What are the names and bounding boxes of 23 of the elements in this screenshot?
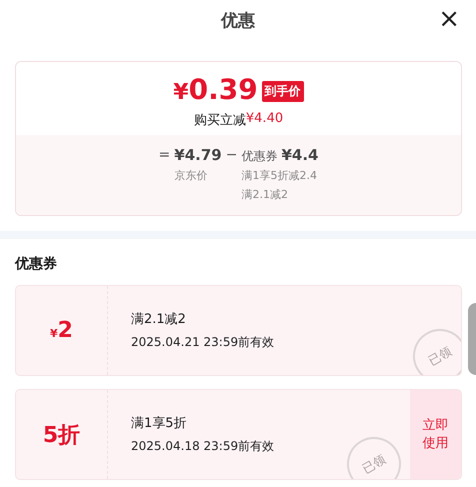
minus-sign: − [226,146,238,165]
coupon-value: 5折 [42,422,80,450]
equals-sign: = [158,146,170,165]
coupon-condition: 满1享5折 [131,415,188,432]
window-title: 优惠 [221,10,255,32]
coupon-value: ¥2 [50,318,73,343]
use-now-button[interactable]: 立即使用 [410,390,461,479]
coupon-validity: 2025.04.18 23:59前有效 [131,438,276,455]
final-price: ¥0.39 [173,74,258,108]
coupon-detail: 满2.1减2 [241,187,288,203]
side-handle[interactable] [468,303,476,375]
coupon-validity: 2025.04.21 23:59前有效 [131,334,276,351]
coupon-detail: 满1享5折减2.4 [241,168,317,184]
base-price: ¥4.79 [174,145,222,165]
base-price-label: 京东价 [174,168,208,184]
saving-label: 购买立减 [194,112,246,129]
close-button[interactable]: × [436,6,462,32]
saving-amount: ¥4.40 [246,111,284,128]
coupon-amount: ¥4.4 [281,145,318,165]
coupon-label: 优惠券 [241,148,278,165]
coupon-condition: 满2.1减2 [131,311,187,328]
price-tag: 到手价 [262,81,304,102]
section-title: 优惠券 [15,255,58,273]
